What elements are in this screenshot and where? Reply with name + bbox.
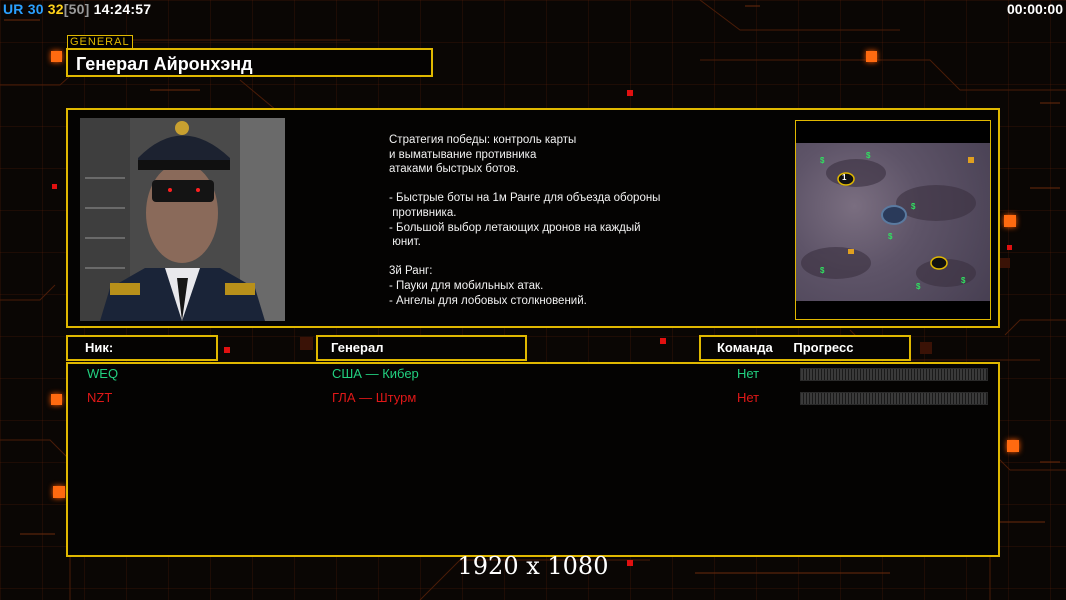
general-title: Генерал Айронхэнд: [66, 48, 433, 77]
player-general[interactable]: ГЛА — Штурм: [332, 390, 416, 405]
portrait-image: [80, 118, 285, 321]
general-header-label: Генерал: [331, 340, 384, 355]
decor-square: [660, 338, 666, 344]
svg-text:$: $: [888, 232, 893, 241]
decor-square: [53, 486, 65, 498]
game-timer: 00:00:00: [1006, 1, 1063, 17]
ur-value: 30: [27, 1, 44, 17]
fps-value: 32: [47, 1, 64, 17]
player-general[interactable]: США — Кибер: [332, 366, 419, 381]
team-header-label: Команда: [717, 340, 773, 355]
minimap-preview[interactable]: $ $ $ $ $ $ $ 1: [795, 120, 991, 320]
team-progress-header: Команда Прогресс: [699, 335, 911, 361]
decor-square: [1000, 258, 1010, 268]
player-progress-bar: [800, 392, 988, 405]
svg-text:$: $: [916, 282, 921, 291]
player-nick: WEQ: [87, 366, 119, 381]
map-features: $ $ $ $ $ $ $: [801, 151, 976, 291]
svg-text:$: $: [820, 266, 825, 275]
decor-square: [1004, 215, 1016, 227]
player-team[interactable]: Нет: [737, 390, 759, 405]
performance-hud: UR 30 32[50] 14:24:57: [3, 1, 151, 17]
svg-text:$: $: [911, 202, 916, 211]
decor-square: [920, 342, 932, 354]
svg-text:$: $: [820, 156, 825, 165]
decor-square: [51, 394, 62, 405]
svg-text:$: $: [961, 276, 966, 285]
decor-square: [627, 90, 633, 96]
ur-label: UR: [3, 1, 24, 17]
decor-square: [1007, 245, 1012, 250]
general-info-panel: Стратегия победы: контроль карты и вымат…: [66, 108, 1000, 328]
resolution-label: 1920 x 1080: [457, 552, 609, 580]
player-nick: NZT: [87, 390, 113, 405]
decor-square: [224, 347, 230, 353]
fps-cap: [50]: [63, 1, 90, 17]
svg-text:$: $: [866, 151, 871, 160]
general-portrait: [80, 118, 285, 321]
nick-column-header: Ник:: [66, 335, 218, 361]
nick-header-label: Ник:: [85, 340, 114, 355]
decor-square: [300, 337, 313, 350]
decor-square: [52, 184, 57, 189]
map-terrain: $ $ $ $ $ $ $ 1: [796, 143, 990, 301]
progress-header-label: Прогресс: [793, 340, 854, 355]
player-start-marker: 1: [842, 173, 847, 182]
system-clock: 14:24:57: [93, 1, 152, 17]
player-list: WEQ США — Кибер Нет NZT ГЛА — Штурм Нет: [66, 362, 1000, 557]
decor-square: [866, 51, 877, 62]
player-team[interactable]: Нет: [737, 366, 759, 381]
decor-square: [51, 51, 62, 62]
player-progress-bar: [800, 368, 988, 381]
general-column-header: Генерал: [316, 335, 527, 361]
decor-square: [1007, 440, 1019, 452]
general-description: Стратегия победы: контроль карты и вымат…: [389, 134, 661, 307]
